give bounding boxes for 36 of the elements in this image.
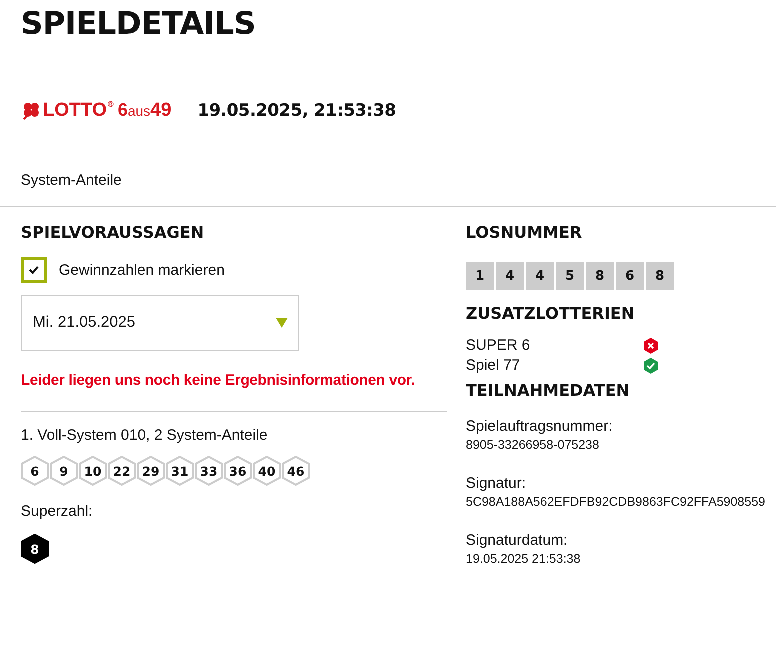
lottery-name: Spiel 77 xyxy=(466,357,522,374)
ticket-digit: 4 xyxy=(496,262,524,290)
ticket-digit: 5 xyxy=(556,262,584,290)
checkbox[interactable] xyxy=(21,257,47,283)
checkmark-icon xyxy=(29,265,39,275)
page-title: SPIELDETAILS xyxy=(20,5,257,42)
section-heading: LOSNUMMER xyxy=(466,222,584,244)
logo-six: 6 xyxy=(118,100,128,121)
field-label: Signatur: xyxy=(466,475,528,492)
section-heading: ZUSATZLOTTERIEN xyxy=(466,303,636,325)
logo-number: 49 xyxy=(150,100,172,122)
date-dropdown[interactable]: Mi. 21.05.2025 xyxy=(21,295,299,351)
ticket-digit: 8 xyxy=(646,262,674,290)
ticket-digit: 1 xyxy=(466,262,494,290)
checkbox-label[interactable]: Gewinnzahlen markieren xyxy=(59,262,225,278)
field-value: 19.05.2025 21:53:38 xyxy=(466,552,582,566)
clover-icon xyxy=(21,102,41,120)
section-heading: TEILNAHMEDATEN xyxy=(466,380,631,402)
notice-text: Leider liegen uns noch keine Ergebnisinformationen vor. xyxy=(21,372,416,389)
system-label: 1. Voll-System 010, 2 System-Anteile xyxy=(21,427,269,444)
subtitle: System-Anteile xyxy=(20,171,123,191)
lottery-name: SUPER 6 xyxy=(466,337,532,354)
logo-brand: LOTTO xyxy=(43,100,108,122)
registered-mark: ® xyxy=(108,100,114,109)
section-heading: SPIELVORAUSSAGEN xyxy=(21,222,206,244)
caret-icon xyxy=(276,318,288,328)
field-label: Signaturdatum: xyxy=(466,532,569,549)
ticket-digit: 4 xyxy=(526,262,554,290)
game-datetime: 19.05.2025, 21:53:38 xyxy=(198,101,396,121)
ticket-digit: 8 xyxy=(586,262,614,290)
field-value: 5C98A188A562EFDFB92CDB9863FC92FFA5908559 xyxy=(466,495,766,509)
logo-aus: aus xyxy=(128,103,151,119)
ticket-digit: 6 xyxy=(616,262,644,290)
field-label: Spielauftragsnummer: xyxy=(466,418,614,435)
superzahl-label: Superzahl: xyxy=(21,503,94,520)
field-value: 8905-33266958-075238 xyxy=(466,438,600,452)
